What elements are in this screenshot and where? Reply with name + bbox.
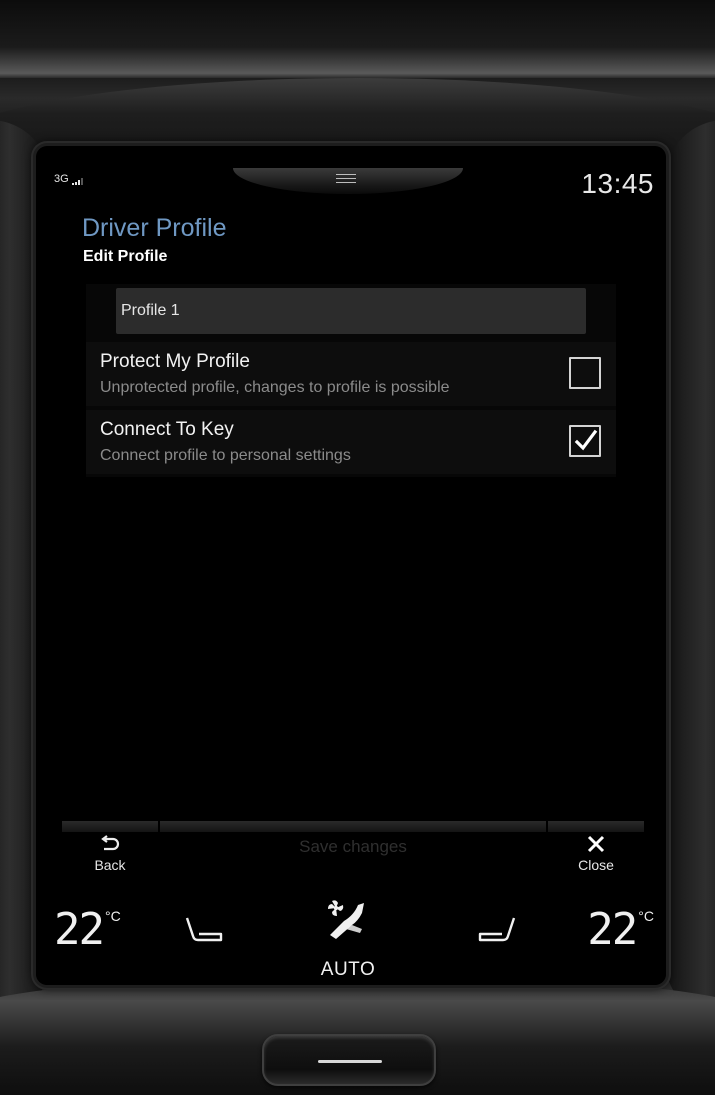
- climate-bar: 22 °C AUTO 22 °C: [36, 888, 666, 985]
- bezel-right-edge: [665, 120, 715, 1020]
- climate-auto-label: AUTO: [320, 959, 376, 980]
- page-title: Driver Profile: [82, 214, 227, 242]
- passenger-temp-value: 22: [587, 904, 638, 955]
- screen-frame: 3G 13:45 Driver Profile Edit Profile Pro…: [33, 143, 669, 988]
- save-changes-button[interactable]: Save changes: [160, 832, 546, 882]
- setting-row-protect-profile[interactable]: Protect My Profile Unprotected profile, …: [86, 342, 616, 406]
- climate-auto-button[interactable]: AUTO: [318, 899, 378, 980]
- close-label: Close: [578, 857, 614, 873]
- top-pulldown-handle[interactable]: [233, 168, 463, 194]
- setting-title: Protect My Profile: [100, 351, 250, 372]
- passenger-temperature[interactable]: 22 °C: [587, 904, 654, 955]
- setting-description: Unprotected profile, changes to profile …: [100, 379, 450, 396]
- bezel-top-trim: [0, 0, 715, 78]
- cellular-signal: 3G: [54, 173, 83, 185]
- status-clock: 13:45: [581, 168, 654, 199]
- edit-profile-panel: Protect My Profile Unprotected profile, …: [86, 284, 616, 477]
- home-button[interactable]: [262, 1034, 436, 1086]
- network-type: 3G: [54, 173, 69, 185]
- fan-airflow-icon: [328, 900, 364, 939]
- touch-screen: 3G 13:45 Driver Profile Edit Profile Pro…: [36, 146, 666, 985]
- page-subtitle: Edit Profile: [83, 248, 168, 265]
- temp-unit: °C: [104, 908, 121, 924]
- action-bar: Back Save changes Close: [62, 821, 644, 885]
- seat-left-icon: [185, 917, 223, 942]
- checkmark-icon: [574, 429, 598, 451]
- protect-profile-checkbox[interactable]: [569, 357, 601, 389]
- close-button[interactable]: Close: [548, 832, 644, 882]
- driver-seat-heat-button[interactable]: [183, 916, 225, 951]
- passenger-seat-heat-button[interactable]: [476, 916, 518, 951]
- signal-bars-icon: [71, 177, 83, 185]
- car-dashboard-bezel: 3G 13:45 Driver Profile Edit Profile Pro…: [0, 0, 715, 1095]
- setting-row-connect-key[interactable]: Connect To Key Connect profile to person…: [86, 410, 616, 474]
- back-arrow-icon: [62, 835, 158, 857]
- profile-name-input[interactable]: [116, 288, 586, 334]
- temp-unit: °C: [638, 908, 654, 924]
- close-x-icon: [548, 835, 644, 857]
- connect-key-checkbox[interactable]: [569, 425, 601, 457]
- pulldown-menu-icon: [336, 174, 356, 186]
- seat-right-icon: [478, 917, 516, 942]
- back-label: Back: [94, 857, 126, 873]
- home-button-line: [318, 1060, 382, 1063]
- back-button[interactable]: Back: [62, 832, 158, 882]
- setting-title: Connect To Key: [100, 419, 234, 440]
- driver-temp-value: 22: [54, 904, 105, 955]
- setting-description: Connect profile to personal settings: [100, 447, 351, 464]
- driver-temperature[interactable]: 22 °C: [54, 904, 121, 955]
